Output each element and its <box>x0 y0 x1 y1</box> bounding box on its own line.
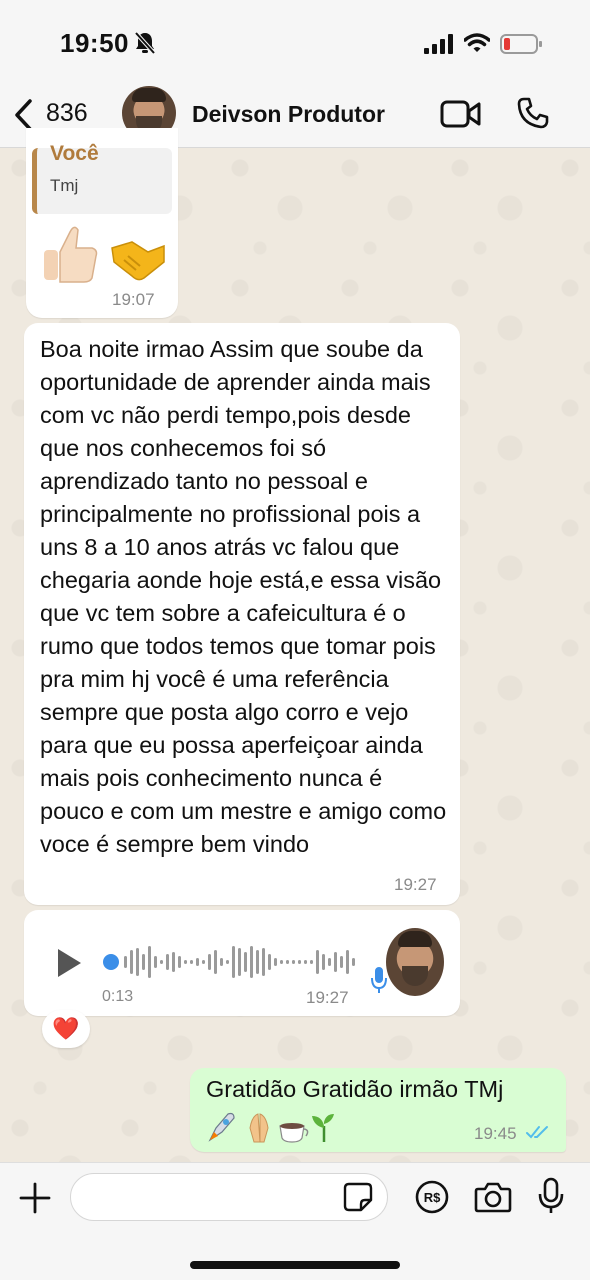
bell-slash-icon <box>134 31 156 55</box>
microphone-icon <box>371 967 387 993</box>
emoji-rocket-pray-coffee-seedling <box>208 1112 334 1143</box>
signal-icon <box>424 34 453 54</box>
audio-message[interactable]: 0:13 19:27 <box>24 910 460 1016</box>
message-text: Gratidão Gratidão irmão TMj <box>206 1076 504 1102</box>
battery-icon <box>500 34 542 54</box>
wifi-icon <box>464 33 490 52</box>
message-bubble-outgoing[interactable]: Gratidão Gratidão irmão TMj 19:45 <box>190 1068 566 1152</box>
status-time: 19:50 <box>60 28 129 58</box>
home-indicator[interactable] <box>190 1261 400 1269</box>
video-call-icon[interactable] <box>440 99 482 129</box>
back-chevron-icon[interactable] <box>12 98 34 132</box>
message-bubble-quoted[interactable]: Você Tmj 19:07 <box>26 128 178 318</box>
camera-icon[interactable] <box>474 1181 512 1213</box>
message-text: Boa noite irmao Assim que soube da oport… <box>40 336 447 857</box>
message-bubble-long[interactable]: Boa noite irmao Assim que soube da oport… <box>24 323 460 905</box>
message-time: 19:07 <box>112 290 155 309</box>
message-time: 19:27 <box>394 875 437 894</box>
phone-icon[interactable] <box>516 96 550 130</box>
double-check-icon <box>526 1126 548 1139</box>
microphone-icon[interactable] <box>538 1177 564 1215</box>
contact-name[interactable]: Deivson Produtor <box>192 101 385 128</box>
svg-text:R$: R$ <box>424 1190 441 1205</box>
unread-count[interactable]: 836 <box>46 99 88 128</box>
heart-reaction[interactable]: ❤️ <box>42 1010 90 1048</box>
message-time: 19:45 <box>474 1124 517 1143</box>
status-bar: 19:50 <box>0 0 590 82</box>
message-input[interactable] <box>70 1173 388 1221</box>
sticker-icon[interactable] <box>343 1182 373 1212</box>
play-icon[interactable] <box>54 946 84 980</box>
quoted-text: Tmj <box>50 176 79 195</box>
pix-icon[interactable]: R$ <box>414 1179 450 1215</box>
plus-icon[interactable] <box>18 1181 52 1215</box>
audio-duration: 0:13 <box>102 988 134 1005</box>
emoji-thumbs-handshake <box>44 226 165 283</box>
sender-avatar <box>386 928 444 996</box>
audio-waveform[interactable] <box>102 942 362 982</box>
quoted-author: Você <box>50 142 99 165</box>
composer-bar: R$ <box>0 1162 590 1280</box>
message-time: 19:27 <box>306 988 349 1007</box>
